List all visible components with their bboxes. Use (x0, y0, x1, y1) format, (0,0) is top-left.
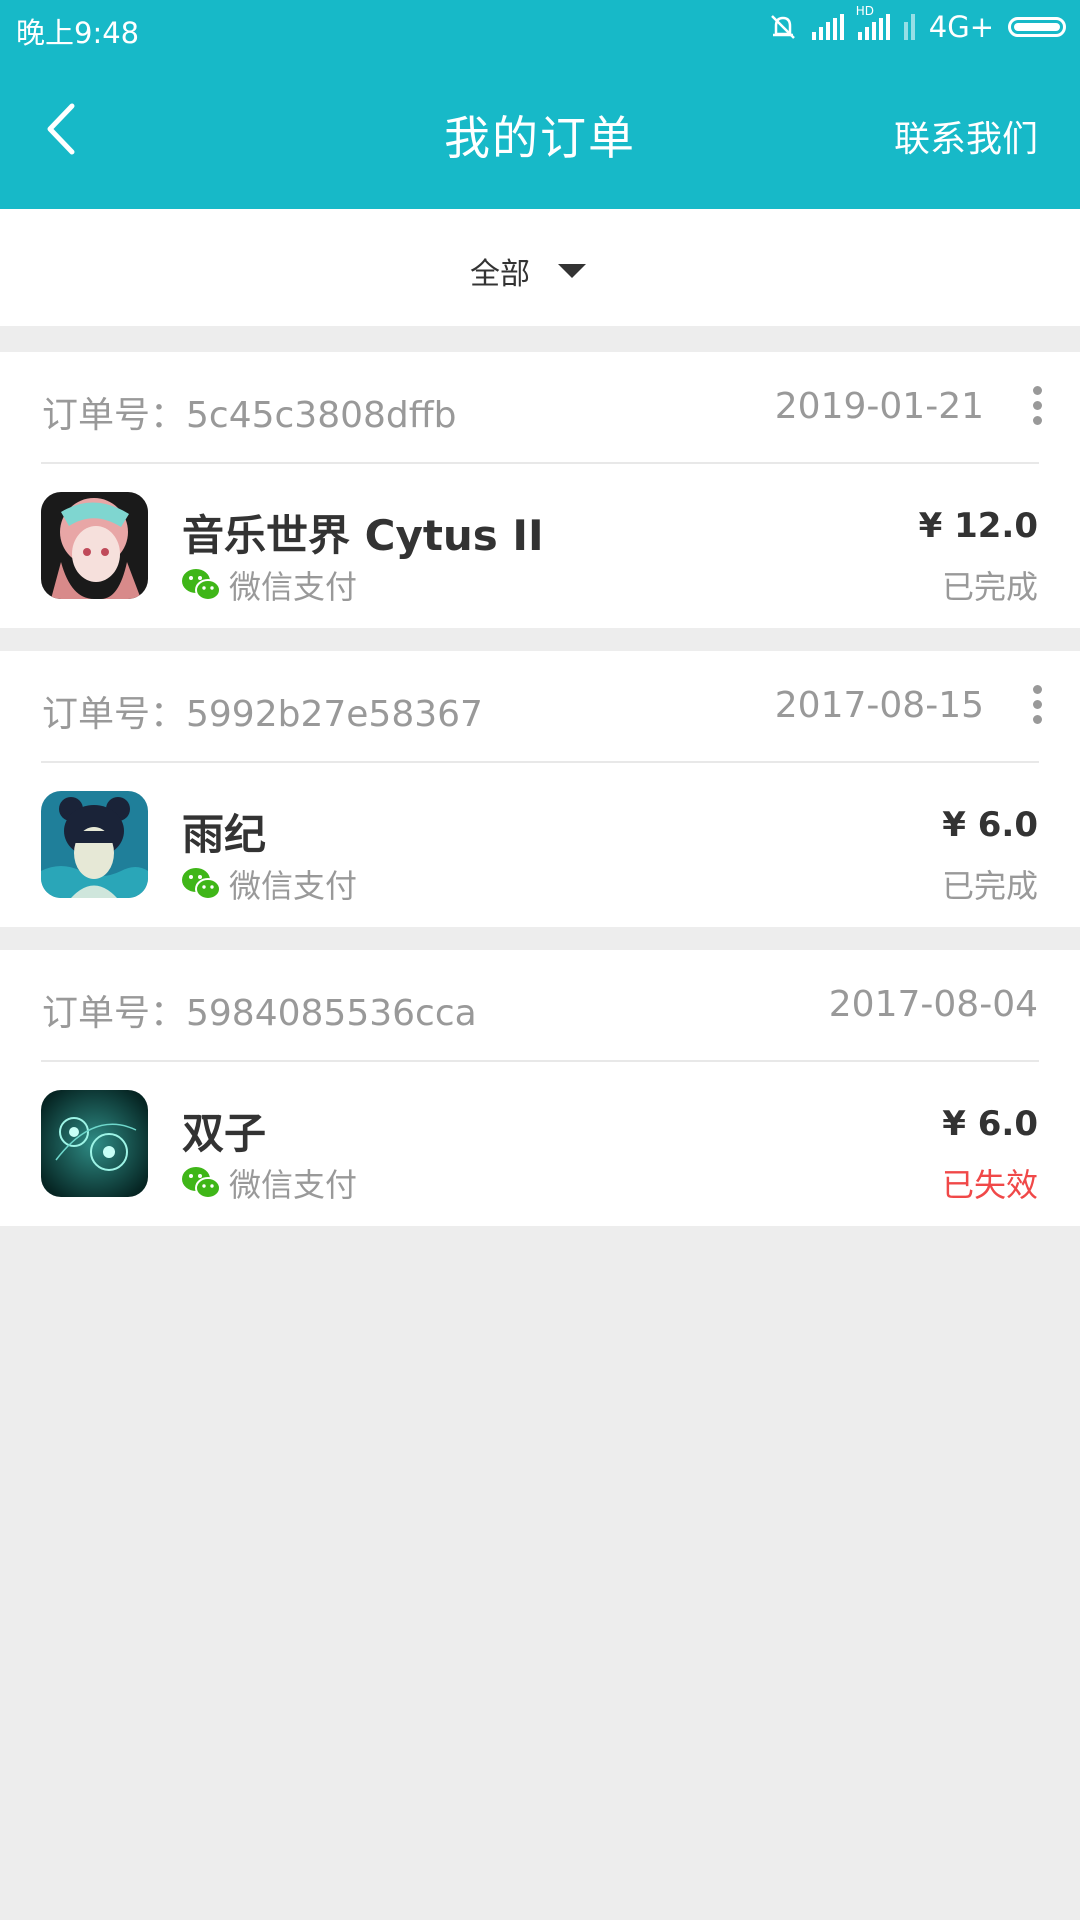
order-date: 2017-08-15 (774, 685, 984, 726)
game-name: 音乐世界 Cytus II (182, 511, 544, 560)
game-name: 双子 (182, 1109, 267, 1158)
wechat-icon (182, 569, 221, 601)
network-type: 4G+ (928, 10, 994, 44)
order-header: 订单号：5984085536cca 2017-08-04 (0, 950, 1080, 1062)
mute-bell-icon (768, 12, 798, 42)
order-header: 订单号：5c45c3808dffb 2019-01-21 (0, 352, 1080, 464)
caret-down-icon (558, 264, 586, 278)
order-card[interactable]: 订单号：5992b27e58367 2017-08-15 雨纪 微信支付 ¥ 6… (0, 651, 1080, 927)
order-status: 已完成 (941, 568, 1038, 606)
status-bar: 晚上9:48 HD 4G+ (0, 0, 1080, 56)
more-vertical-icon[interactable] (1030, 386, 1044, 428)
order-card[interactable]: 订单号：5c45c3808dffb 2019-01-21 音乐世界 Cytus … (0, 352, 1080, 628)
order-price: ¥ 6.0 (942, 1104, 1038, 1144)
status-filter-dropdown[interactable]: 全部 (470, 249, 586, 293)
payment-label: 微信支付 (229, 867, 358, 905)
order-number: 订单号：5c45c3808dffb (42, 395, 457, 436)
payment-label: 微信支付 (229, 1166, 358, 1204)
app-header: 晚上9:48 HD 4G+ 我的订单 联系我们 (0, 0, 1080, 209)
order-number: 订单号：5984085536cca (42, 993, 477, 1034)
divider (41, 462, 1039, 464)
status-icons: HD 4G+ (768, 4, 1066, 44)
hd-signal-icon: HD (856, 4, 890, 40)
filter-bar: 全部 (0, 209, 1080, 326)
order-status: 已完成 (941, 867, 1038, 905)
filter-label: 全部 (470, 257, 530, 292)
game-icon (41, 492, 148, 599)
game-name: 雨纪 (182, 810, 267, 859)
divider (41, 1060, 1039, 1062)
order-header: 订单号：5992b27e58367 2017-08-15 (0, 651, 1080, 763)
order-date: 2019-01-21 (774, 386, 984, 427)
order-status: 已失效 (941, 1166, 1038, 1204)
wechat-icon (182, 1167, 221, 1199)
game-icon (41, 1090, 148, 1197)
title-bar: 我的订单 联系我们 (0, 56, 1080, 209)
battery-icon (1008, 17, 1066, 37)
order-card[interactable]: 订单号：5984085536cca 2017-08-04 双子 微信支付 ¥ 6… (0, 950, 1080, 1226)
signal-icon (811, 14, 844, 40)
game-icon (41, 791, 148, 898)
contact-us-button[interactable]: 联系我们 (894, 110, 1038, 162)
payment-label: 微信支付 (229, 568, 358, 606)
order-price: ¥ 6.0 (942, 805, 1038, 845)
payment-method: 微信支付 (181, 562, 357, 608)
divider (41, 761, 1039, 763)
order-price: ¥ 12.0 (918, 506, 1038, 546)
status-time: 晚上9:48 (16, 16, 140, 50)
payment-method: 微信支付 (181, 1160, 357, 1206)
data-arrows-icon (903, 14, 915, 40)
wechat-icon (182, 868, 221, 900)
order-date: 2017-08-04 (828, 984, 1038, 1025)
more-vertical-icon[interactable] (1030, 685, 1044, 727)
order-number: 订单号：5992b27e58367 (42, 694, 483, 735)
payment-method: 微信支付 (181, 861, 357, 907)
